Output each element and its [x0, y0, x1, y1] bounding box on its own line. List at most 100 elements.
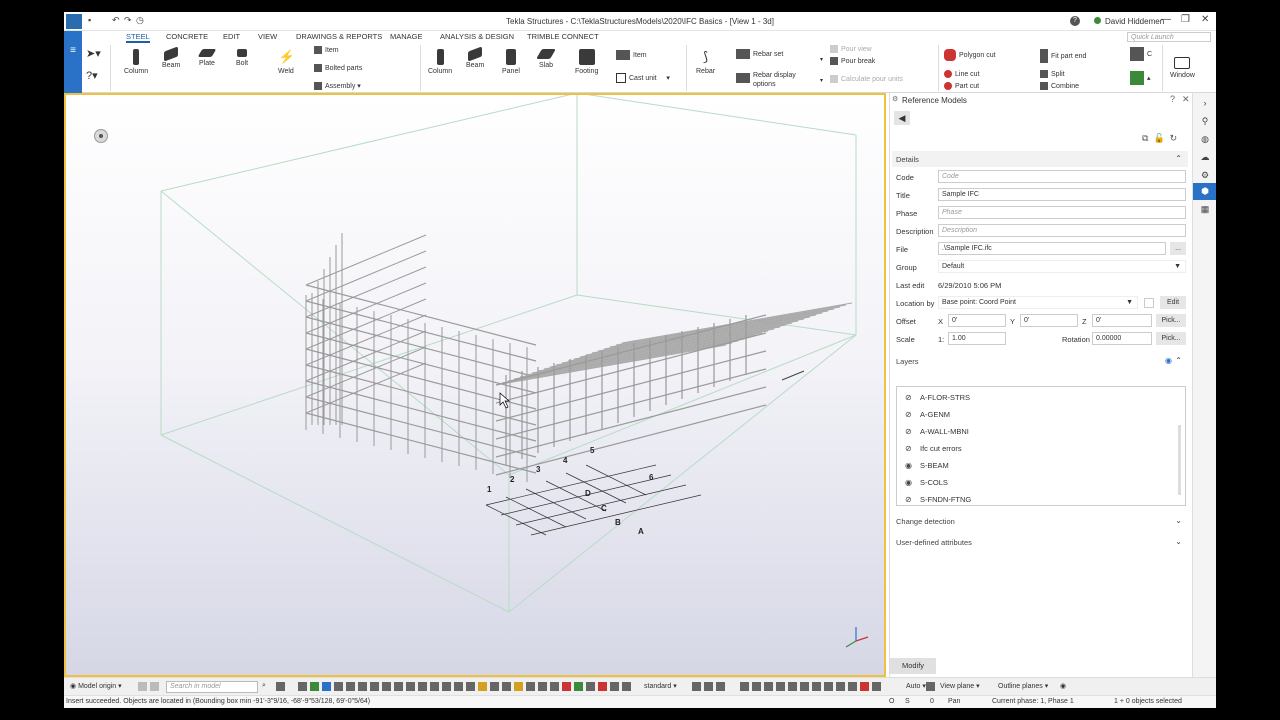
- weld-button[interactable]: ⚡ Weld: [278, 49, 295, 75]
- snap-grid-icon[interactable]: [872, 682, 881, 691]
- description-input[interactable]: Description: [938, 224, 1186, 237]
- select-bolts-icon[interactable]: [346, 682, 355, 691]
- snap-circle-icon[interactable]: [752, 682, 761, 691]
- user-attributes-section[interactable]: User-defined attributes ⌄: [892, 534, 1188, 550]
- visibility-eye-icon[interactable]: ◉: [1060, 682, 1066, 690]
- select-views-icon[interactable]: [454, 682, 463, 691]
- bolted-parts-button[interactable]: Bolted parts: [314, 64, 362, 72]
- snap-settings-icon[interactable]: [692, 682, 701, 691]
- steel-item-button[interactable]: Item: [314, 46, 339, 54]
- cloud-icon[interactable]: ☁: [1199, 151, 1211, 163]
- model-viewport[interactable]: 1 2 3 4 5 6 A BC D: [64, 93, 886, 677]
- snap-mid-icon[interactable]: [776, 682, 785, 691]
- snap-override-icon[interactable]: [704, 682, 713, 691]
- combine-button[interactable]: Combine: [1040, 82, 1079, 90]
- tab-edit[interactable]: EDIT: [223, 32, 240, 41]
- split-button[interactable]: Split: [1040, 70, 1065, 78]
- file-menu-button[interactable]: ≡: [64, 31, 82, 93]
- tab-trimble-connect[interactable]: TRIMBLE CONNECT: [527, 32, 599, 41]
- select-lines-icon[interactable]: [574, 682, 583, 691]
- eye-hidden-icon[interactable]: ⊘: [905, 410, 916, 419]
- select-pour-icon[interactable]: [430, 682, 439, 691]
- tab-manage[interactable]: MANAGE: [390, 32, 423, 41]
- layer-item[interactable]: ◉ S-COLS: [905, 478, 948, 487]
- details-section-header[interactable]: Details ⌃: [892, 151, 1188, 167]
- window-button[interactable]: Window: [1170, 57, 1195, 79]
- slab-button[interactable]: Slab: [536, 49, 556, 69]
- pick-offset-button[interactable]: Pick...: [1156, 314, 1186, 327]
- phase-input[interactable]: Phase: [938, 206, 1186, 219]
- add-component-icon[interactable]: ▴: [1130, 71, 1151, 85]
- snap-any-icon[interactable]: [836, 682, 845, 691]
- select-surfaces-icon[interactable]: [442, 682, 451, 691]
- properties-icon[interactable]: ⚲: [1199, 115, 1211, 127]
- rebar-dropdown-icon[interactable]: ▾: [820, 56, 823, 63]
- settings-gear-icon[interactable]: ⚙: [1199, 169, 1211, 181]
- rebar-display-options-button[interactable]: Rebar display options: [736, 71, 801, 89]
- steel-beam-button[interactable]: Beam: [162, 46, 180, 69]
- select-reference-icon[interactable]: [466, 682, 475, 691]
- layer-item[interactable]: ⊘ S-FNDN-FTNG: [905, 495, 971, 504]
- selection-filter-select[interactable]: standard ▾: [644, 682, 677, 690]
- panel-button[interactable]: Panel: [502, 49, 520, 75]
- panel-close-icon[interactable]: ✕: [1182, 94, 1190, 105]
- concrete-item-button[interactable]: Item: [616, 50, 647, 60]
- polygon-cut-button[interactable]: Polygon cut: [944, 49, 996, 61]
- change-detection-section[interactable]: Change detection ⌄: [892, 513, 1188, 529]
- title-input[interactable]: Sample IFC: [938, 188, 1186, 201]
- applications-icon[interactable]: ▦: [1199, 203, 1211, 215]
- select-cuts-icon[interactable]: [370, 682, 379, 691]
- assembly-button[interactable]: Assembly ▾: [314, 82, 361, 91]
- offset-x-input[interactable]: 0': [948, 314, 1006, 327]
- fit-part-end-button[interactable]: Fit part end: [1040, 49, 1086, 63]
- select-tool-icon[interactable]: [298, 682, 307, 691]
- file-browse-button[interactable]: ...: [1170, 242, 1186, 255]
- rotation-input[interactable]: 0.00000: [1092, 332, 1152, 345]
- pour-break-button[interactable]: Pour break: [830, 57, 875, 65]
- layers-scrollbar[interactable]: [1178, 425, 1181, 495]
- close-button[interactable]: ✕: [1201, 14, 1209, 25]
- select-rebar-icon[interactable]: [418, 682, 427, 691]
- group-select[interactable]: Default ▼: [938, 260, 1186, 273]
- select-pour-units-icon[interactable]: [550, 682, 559, 691]
- rebar-button[interactable]: ⟆ Rebar: [696, 49, 715, 75]
- rebar-display-dropdown-icon[interactable]: ▾: [820, 77, 823, 84]
- select-analysis-icon[interactable]: [502, 682, 511, 691]
- eye-hidden-icon[interactable]: ⊘: [905, 393, 916, 402]
- back-button[interactable]: ◀: [894, 111, 910, 125]
- eye-visible-icon[interactable]: ◉: [905, 478, 916, 487]
- layer-item[interactable]: ⊘ Ifc cut errors: [905, 444, 962, 453]
- modify-button[interactable]: Modify: [890, 658, 936, 674]
- snap-help-icon[interactable]: ?▾: [86, 69, 98, 82]
- snap-depth-icon[interactable]: [716, 682, 725, 691]
- eye-hidden-icon[interactable]: ⊘: [905, 444, 916, 453]
- model-origin-select[interactable]: ◉ Model origin ▾: [70, 682, 122, 690]
- scale-input[interactable]: 1.00: [948, 332, 1006, 345]
- part-cut-button[interactable]: Part cut: [944, 82, 979, 90]
- tab-drawings-reports[interactable]: DRAWINGS & REPORTS: [296, 32, 382, 41]
- edit-location-button[interactable]: Edit: [1160, 296, 1186, 309]
- steel-column-button[interactable]: Column: [124, 49, 148, 75]
- layers-section-header[interactable]: Layers ◉ ⌃: [892, 353, 1188, 369]
- layer-item[interactable]: ⊘ A-WALL-MBNI: [905, 427, 969, 436]
- help-icon[interactable]: ?: [1070, 16, 1080, 26]
- view-plane-select[interactable]: View plane ▾: [940, 682, 980, 690]
- search-icon[interactable]: ⌕: [262, 682, 266, 690]
- select-text-icon[interactable]: [610, 682, 619, 691]
- select-hierarchy-icon[interactable]: [538, 682, 547, 691]
- pour-view-button[interactable]: Pour view: [830, 45, 872, 53]
- layer-item[interactable]: ◉ S-BEAM: [905, 461, 949, 470]
- panel-help-icon[interactable]: ?: [1170, 94, 1175, 104]
- work-area-2-icon[interactable]: [150, 682, 159, 691]
- lock-icon[interactable]: 🔓: [1153, 133, 1169, 143]
- model-3d-view[interactable]: 1 2 3 4 5 6 A BC D: [66, 95, 884, 675]
- snap-icon[interactable]: [276, 682, 285, 691]
- quick-launch-input[interactable]: Quick Launch: [1127, 32, 1211, 42]
- snap-mode-select[interactable]: Auto ▾: [906, 682, 926, 690]
- layer-item[interactable]: ⊘ A-FLOR-STRS: [905, 393, 970, 402]
- chevron-right-icon[interactable]: ›: [1199, 97, 1211, 109]
- select-dimensions-icon[interactable]: [598, 682, 607, 691]
- component-icon[interactable]: C: [1130, 47, 1152, 61]
- concrete-column-button[interactable]: Column: [428, 49, 452, 75]
- snap-geometry-icon[interactable]: [848, 682, 857, 691]
